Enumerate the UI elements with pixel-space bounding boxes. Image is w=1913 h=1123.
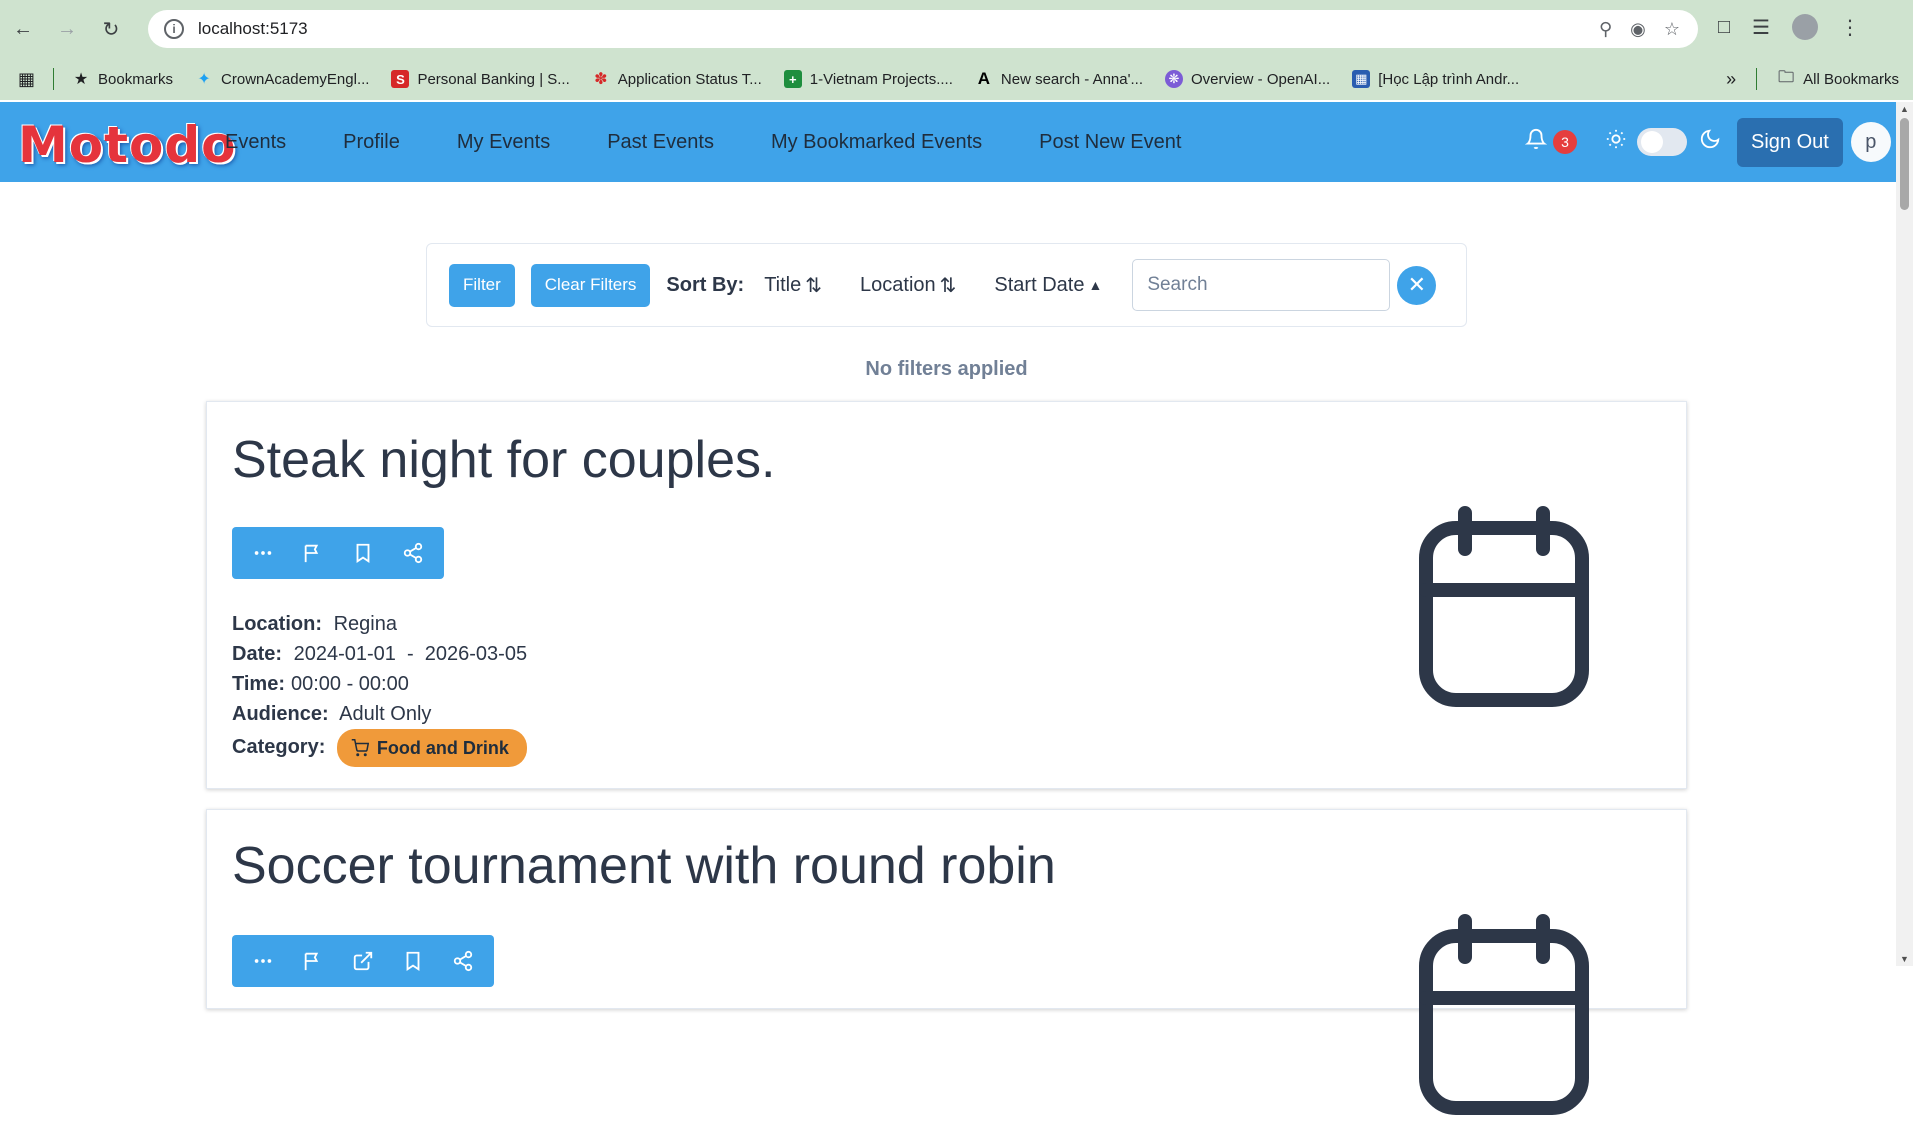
flag-icon[interactable] [288, 542, 338, 564]
bookmark-item[interactable]: A New search - Anna'... [975, 69, 1143, 88]
bookmark-icon[interactable] [388, 950, 438, 972]
event-title[interactable]: Steak night for couples. [232, 430, 775, 490]
twitter-icon: ✦ [197, 71, 211, 88]
close-icon: ✕ [1407, 272, 1427, 297]
browser-toolbar: ← → ↻ i localhost:5173 ⚲ ◉ ☆ □ ☰ ⋮ [0, 0, 1913, 58]
chevron-double-right-icon[interactable]: » [1726, 69, 1736, 90]
filter-button[interactable]: Filter [449, 263, 515, 307]
clear-filters-button[interactable]: Clear Filters [530, 263, 651, 307]
grid-icon: ▦ [1352, 70, 1371, 88]
anna-icon: A [977, 69, 991, 88]
sort-by-label: Sort By: [666, 273, 745, 296]
event-action-bar [232, 527, 444, 579]
eye-off-icon[interactable]: ◉ [1630, 19, 1646, 40]
bookmark-item[interactable]: ❋ Overview - OpenAI... [1165, 70, 1330, 88]
scroll-down-icon[interactable]: ▼ [1900, 954, 1909, 964]
more-icon[interactable] [238, 950, 288, 972]
caret-up-icon: ▲ [1088, 277, 1103, 293]
maple-leaf-icon: ✽ [594, 71, 608, 88]
sort-start-date[interactable]: Start Date ▲ [994, 274, 1102, 297]
event-date: Date: 2024-01-01 - 2026-03-05 [232, 643, 528, 665]
event-card[interactable]: Soccer tournament with round robin [206, 809, 1687, 1115]
event-location: Location: Regina [232, 613, 397, 635]
star-icon[interactable]: ☆ [1664, 19, 1680, 40]
bookmark-icon[interactable] [338, 542, 388, 564]
back-icon[interactable]: ← [8, 14, 38, 44]
app-logo[interactable]: Motodo [18, 116, 237, 174]
all-bookmarks[interactable]: 🗀 All Bookmarks [1777, 68, 1899, 88]
search-input[interactable] [1132, 259, 1391, 311]
bell-icon[interactable] [1524, 128, 1548, 156]
user-avatar[interactable]: p [1850, 122, 1891, 162]
event-details: Location: Regina Date: 2024-01-01 - 2026… [232, 609, 527, 767]
menu-icon[interactable]: ⋮ [1840, 15, 1860, 40]
key-icon[interactable]: ⚲ [1599, 19, 1612, 40]
bank-icon: S [391, 70, 410, 88]
bookmark-item[interactable]: ✦ CrownAcademyEngl... [195, 70, 369, 89]
bookmark-item[interactable]: +1-Vietnam Projects.... [783, 70, 953, 88]
nav-past-events[interactable]: Past Events [607, 131, 714, 154]
filter-status: No filters applied [865, 358, 1028, 380]
event-time: Time: 00:00 - 00:00 [232, 673, 409, 695]
url-text[interactable]: localhost:5173 [198, 19, 308, 39]
sun-icon [1605, 128, 1627, 156]
nav-my-events[interactable]: My Events [457, 131, 550, 154]
theme-toggle[interactable] [1637, 128, 1687, 156]
external-link-icon[interactable] [338, 950, 388, 972]
folder-icon: 🗀 [1778, 68, 1795, 86]
clear-search-button[interactable]: ✕ [1397, 265, 1437, 305]
bookmark-item[interactable]: ★ Bookmarks [72, 70, 173, 89]
sort-arrows-icon: ⇅ [939, 274, 957, 297]
openai-icon: ❋ [1165, 70, 1183, 88]
flag-icon[interactable] [288, 950, 338, 972]
sort-title[interactable]: Title ⇅ [764, 273, 822, 298]
event-card[interactable]: Steak night for couples. Location: Regin… [206, 401, 1687, 789]
sign-out-button[interactable]: Sign Out [1737, 117, 1843, 167]
calendar-icon [1413, 506, 1595, 715]
event-audience: Audience: Adult Only [232, 703, 432, 725]
scroll-thumb[interactable] [1900, 118, 1909, 210]
site-info-icon[interactable]: i [164, 19, 184, 39]
moon-icon [1699, 128, 1721, 156]
filter-bar: Filter Clear Filters Sort By: Title ⇅ Lo… [426, 243, 1467, 327]
media-icon[interactable]: ☰ [1752, 15, 1770, 40]
extensions-icon[interactable]: □ [1718, 16, 1730, 39]
sheets-icon: + [783, 70, 802, 88]
event-action-bar [232, 935, 494, 987]
star-icon: ★ [73, 71, 89, 88]
forward-icon[interactable]: → [52, 14, 82, 44]
share-icon[interactable] [388, 542, 438, 564]
bookmark-item[interactable]: ✽ Application Status T... [592, 70, 762, 89]
nav-profile[interactable]: Profile [343, 131, 400, 154]
bookmarks-bar: ▦ ★ Bookmarks ✦ CrownAcademyEngl... S Perso… [0, 58, 1913, 100]
bookmark-item[interactable]: S Personal Banking | S... [391, 70, 570, 88]
sort-arrows-icon: ⇅ [805, 274, 823, 297]
bookmark-item[interactable]: ▦ [Học Lập trình Andr... [1352, 70, 1519, 88]
calendar-icon [1413, 914, 1595, 1123]
nav-post-new-event[interactable]: Post New Event [1039, 131, 1181, 154]
profile-avatar-icon[interactable] [1792, 14, 1819, 40]
address-bar[interactable]: i localhost:5173 ⚲ ◉ ☆ [148, 10, 1698, 48]
nav-events[interactable]: Events [225, 131, 286, 154]
more-icon[interactable] [238, 542, 288, 564]
sort-location[interactable]: Location ⇅ [860, 273, 956, 298]
apps-grid-icon[interactable]: ▦ [18, 69, 35, 90]
app-navbar: Motodo Events Profile My Events Past Eve… [0, 102, 1896, 182]
nav-bookmarked-events[interactable]: My Bookmarked Events [771, 131, 982, 154]
category-badge[interactable]: Food and Drink [336, 729, 527, 767]
reload-icon[interactable]: ↻ [96, 14, 126, 44]
cart-icon [351, 739, 369, 757]
event-title[interactable]: Soccer tournament with round robin [232, 836, 1056, 896]
page-scrollbar[interactable]: ▲ ▼ [1896, 102, 1913, 966]
event-category: Category: Food and Drink [232, 729, 527, 767]
share-icon[interactable] [438, 950, 488, 972]
notification-badge: 3 [1553, 130, 1577, 154]
scroll-up-icon[interactable]: ▲ [1900, 104, 1909, 114]
